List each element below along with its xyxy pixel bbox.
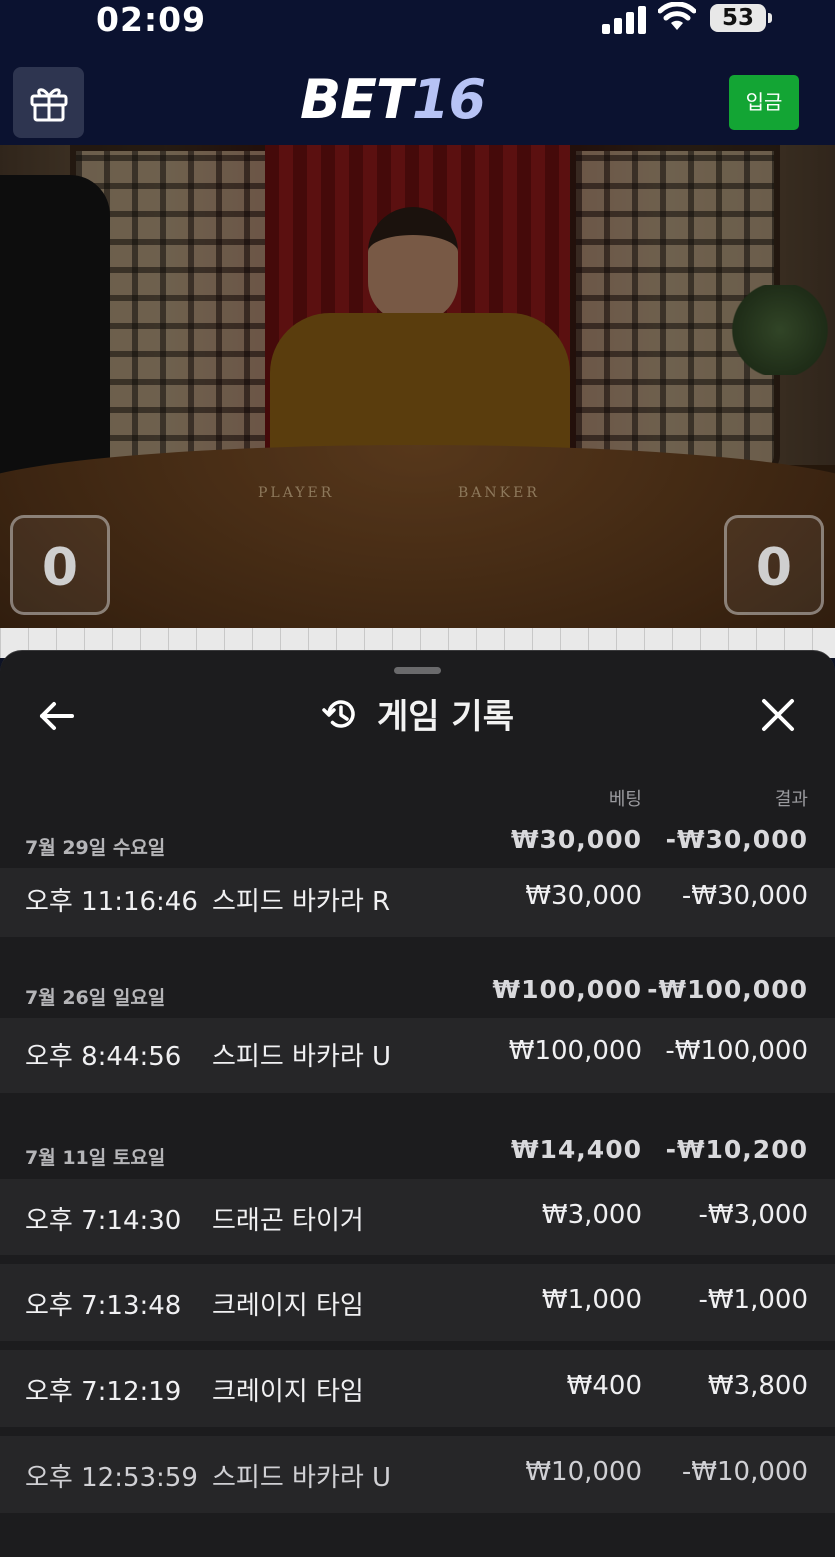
row-result: ₩3,800 [707, 1371, 808, 1401]
row-game: 스피드 바카라 U [212, 1463, 392, 1493]
history-row[interactable]: 오후 7:14:30 드래곤 타이거 ₩3,000 -₩3,000 [0, 1179, 835, 1255]
row-time: 오후 7:13:48 [25, 1291, 182, 1321]
gift-button[interactable] [13, 67, 84, 138]
row-bet: ₩100,000 [508, 1036, 642, 1066]
sheet-drag-handle[interactable] [394, 667, 441, 674]
day-result-total: -₩30,000 [665, 825, 808, 854]
banker-score: 0 [724, 515, 824, 615]
day-bet-total: ₩14,400 [510, 1135, 642, 1164]
cellular-signal-icon [602, 4, 648, 34]
row-game: 드래곤 타이거 [212, 1206, 364, 1236]
column-header-bet: 베팅 [608, 789, 642, 810]
day-result-total: -₩100,000 [647, 975, 808, 1004]
row-time: 오후 7:12:19 [25, 1377, 182, 1407]
logo-text: BET [300, 68, 413, 131]
day-bet-total: ₩100,000 [492, 975, 642, 1004]
status-time: 02:09 [96, 0, 207, 39]
row-game: 스피드 바카라 R [212, 887, 391, 917]
close-icon[interactable] [758, 695, 798, 735]
day-result-total: -₩10,200 [665, 1135, 808, 1164]
day-date: 7월 26일 일요일 [25, 987, 166, 1009]
day-bet-total: ₩30,000 [510, 825, 642, 854]
day-date: 7월 29일 수요일 [25, 837, 166, 859]
status-bar: 02:09 53 [0, 0, 835, 45]
gift-icon [30, 87, 67, 121]
history-row[interactable]: 오후 12:53:59 스피드 바카라 U ₩10,000 -₩10,000 [0, 1436, 835, 1513]
row-time: 오후 7:14:30 [25, 1206, 182, 1236]
row-bet: ₩3,000 [541, 1200, 642, 1230]
row-game: 크레이지 타임 [212, 1291, 364, 1321]
day-date: 7월 11일 토요일 [25, 1147, 166, 1169]
history-row[interactable]: 오후 11:16:46 스피드 바카라 R ₩30,000 -₩30,000 [0, 868, 835, 937]
day-group-header: 7월 11일 토요일 ₩14,400 -₩10,200 [0, 1129, 835, 1179]
history-icon [322, 699, 355, 728]
row-time: 오후 8:44:56 [25, 1042, 182, 1072]
battery-icon: 53 [710, 4, 772, 32]
deposit-button[interactable]: 입금 [729, 75, 799, 130]
game-history-sheet: 게임 기록 베팅 결과 7월 29일 수요일 ₩30,000 -₩30,000 … [0, 650, 835, 1557]
row-game: 크레이지 타임 [212, 1377, 364, 1407]
row-game: 스피드 바카라 U [212, 1042, 392, 1072]
row-bet: ₩30,000 [525, 881, 642, 911]
column-header-result: 결과 [774, 789, 808, 810]
live-video-stream[interactable]: PLAYER BANKER 0 0 [0, 145, 835, 630]
history-row[interactable]: 오후 7:13:48 크레이지 타임 ₩1,000 -₩1,000 [0, 1264, 835, 1341]
history-row[interactable]: 오후 7:12:19 크레이지 타임 ₩400 ₩3,800 [0, 1350, 835, 1427]
row-result: -₩3,000 [698, 1200, 808, 1230]
sheet-title-text: 게임 기록 [377, 697, 514, 737]
bet16-logo: BET16 [300, 71, 515, 129]
day-group-header: 7월 29일 수요일 ₩30,000 -₩30,000 [0, 819, 835, 869]
wifi-icon [658, 2, 696, 30]
row-result: -₩1,000 [698, 1285, 808, 1315]
player-score: 0 [10, 515, 110, 615]
row-bet: ₩1,000 [541, 1285, 642, 1315]
row-bet: ₩10,000 [525, 1457, 642, 1487]
row-time: 오후 11:16:46 [25, 887, 198, 917]
logo-number: 16 [411, 68, 486, 131]
row-time: 오후 12:53:59 [25, 1463, 198, 1493]
app-header: BET16 입금 [0, 45, 835, 145]
row-bet: ₩400 [566, 1371, 642, 1401]
row-result: -₩10,000 [681, 1457, 808, 1487]
row-result: -₩30,000 [681, 881, 808, 911]
day-group-header: 7월 26일 일요일 ₩100,000 -₩100,000 [0, 969, 835, 1019]
row-result: -₩100,000 [665, 1036, 808, 1066]
history-row[interactable]: 오후 8:44:56 스피드 바카라 U ₩100,000 -₩100,000 [0, 1018, 835, 1093]
sheet-title: 게임 기록 [0, 689, 835, 738]
